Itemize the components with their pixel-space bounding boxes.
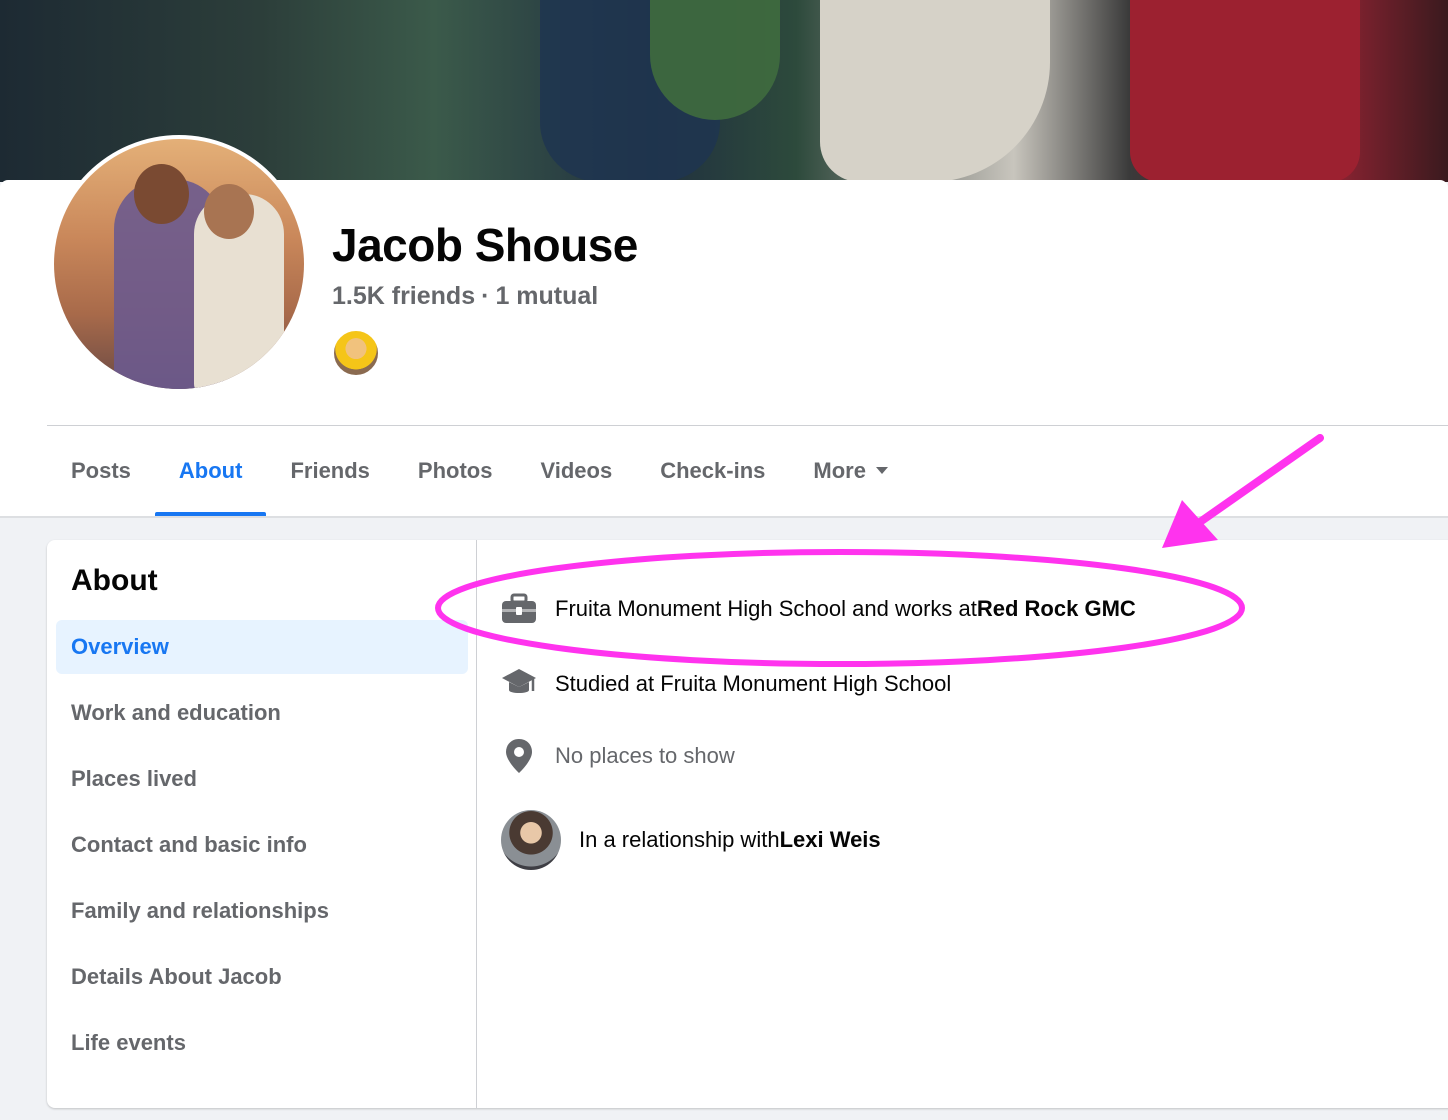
profile-picture[interactable] — [54, 139, 304, 389]
about-nav-contact-info[interactable]: Contact and basic info — [56, 818, 468, 872]
profile-picture-detail — [204, 184, 254, 239]
tab-label: Videos — [540, 458, 613, 483]
employer-link[interactable]: Red Rock GMC — [977, 596, 1136, 622]
about-nav-work-education[interactable]: Work and education — [56, 686, 468, 740]
work-row: Fruita Monument High School and works at… — [501, 591, 1136, 627]
separator: · — [481, 282, 490, 310]
about-nav-overview[interactable]: Overview — [56, 620, 468, 674]
about-card: About Overview Work and education Places… — [47, 540, 1448, 1108]
tab-label: Photos — [417, 458, 493, 483]
tab-label: Check-ins — [660, 458, 766, 483]
partner-avatar[interactable] — [501, 810, 561, 870]
profile-picture-detail — [134, 164, 189, 224]
tab-more[interactable]: More — [789, 426, 912, 516]
caret-down-icon — [875, 466, 888, 474]
cover-photo-detail — [650, 0, 780, 120]
tab-photos[interactable]: Photos — [394, 426, 517, 516]
tab-about[interactable]: About — [154, 426, 267, 516]
about-nav-family-relationships[interactable]: Family and relationships — [56, 884, 468, 938]
tab-label: About — [178, 458, 243, 483]
about-overview: Fruita Monument High School and works at… — [501, 540, 1401, 1108]
tab-label: Posts — [71, 458, 131, 483]
friends-summary: 1.5K friends · 1 mutual — [332, 282, 598, 311]
graduation-cap-icon — [501, 666, 537, 702]
tab-friends[interactable]: Friends — [266, 426, 393, 516]
friends-count-link[interactable]: 1.5K friends — [332, 282, 475, 310]
tab-label: More — [813, 458, 866, 483]
about-nav: Overview Work and education Places lived… — [56, 620, 468, 1082]
education-row: Studied at Fruita Monument High School — [501, 666, 951, 702]
partner-link[interactable]: Lexi Weis — [780, 827, 881, 853]
profile-tabs: Posts About Friends Photos Videos Check-… — [47, 426, 912, 516]
profile-name: Jacob Shouse — [332, 219, 638, 271]
education-text: Studied at Fruita Monument High School — [555, 671, 952, 696]
about-nav-details[interactable]: Details About Jacob — [56, 950, 468, 1004]
mutual-friend-avatar[interactable] — [332, 329, 380, 377]
about-nav-life-events[interactable]: Life events — [56, 1016, 468, 1070]
about-sidebar: About Overview Work and education Places… — [47, 540, 477, 1108]
about-title: About — [71, 564, 158, 597]
places-row: No places to show — [501, 738, 735, 774]
cover-photo-detail — [1130, 0, 1360, 182]
tab-label: Friends — [290, 458, 370, 483]
about-nav-places-lived[interactable]: Places lived — [56, 752, 468, 806]
location-pin-icon — [501, 738, 537, 774]
tab-check-ins[interactable]: Check-ins — [636, 426, 789, 516]
places-text: No places to show — [555, 743, 735, 768]
relationship-text: In a relationship with — [579, 827, 780, 852]
tab-posts[interactable]: Posts — [47, 426, 155, 516]
mutual-friends-link[interactable]: 1 mutual — [495, 282, 598, 310]
tab-videos[interactable]: Videos — [516, 426, 636, 516]
briefcase-icon — [501, 591, 537, 627]
header-bottom-border — [0, 516, 1448, 518]
cover-photo-detail — [820, 0, 1050, 182]
work-text: Fruita Monument High School and works at — [555, 596, 977, 621]
relationship-row: In a relationship with Lexi Weis — [501, 810, 881, 870]
